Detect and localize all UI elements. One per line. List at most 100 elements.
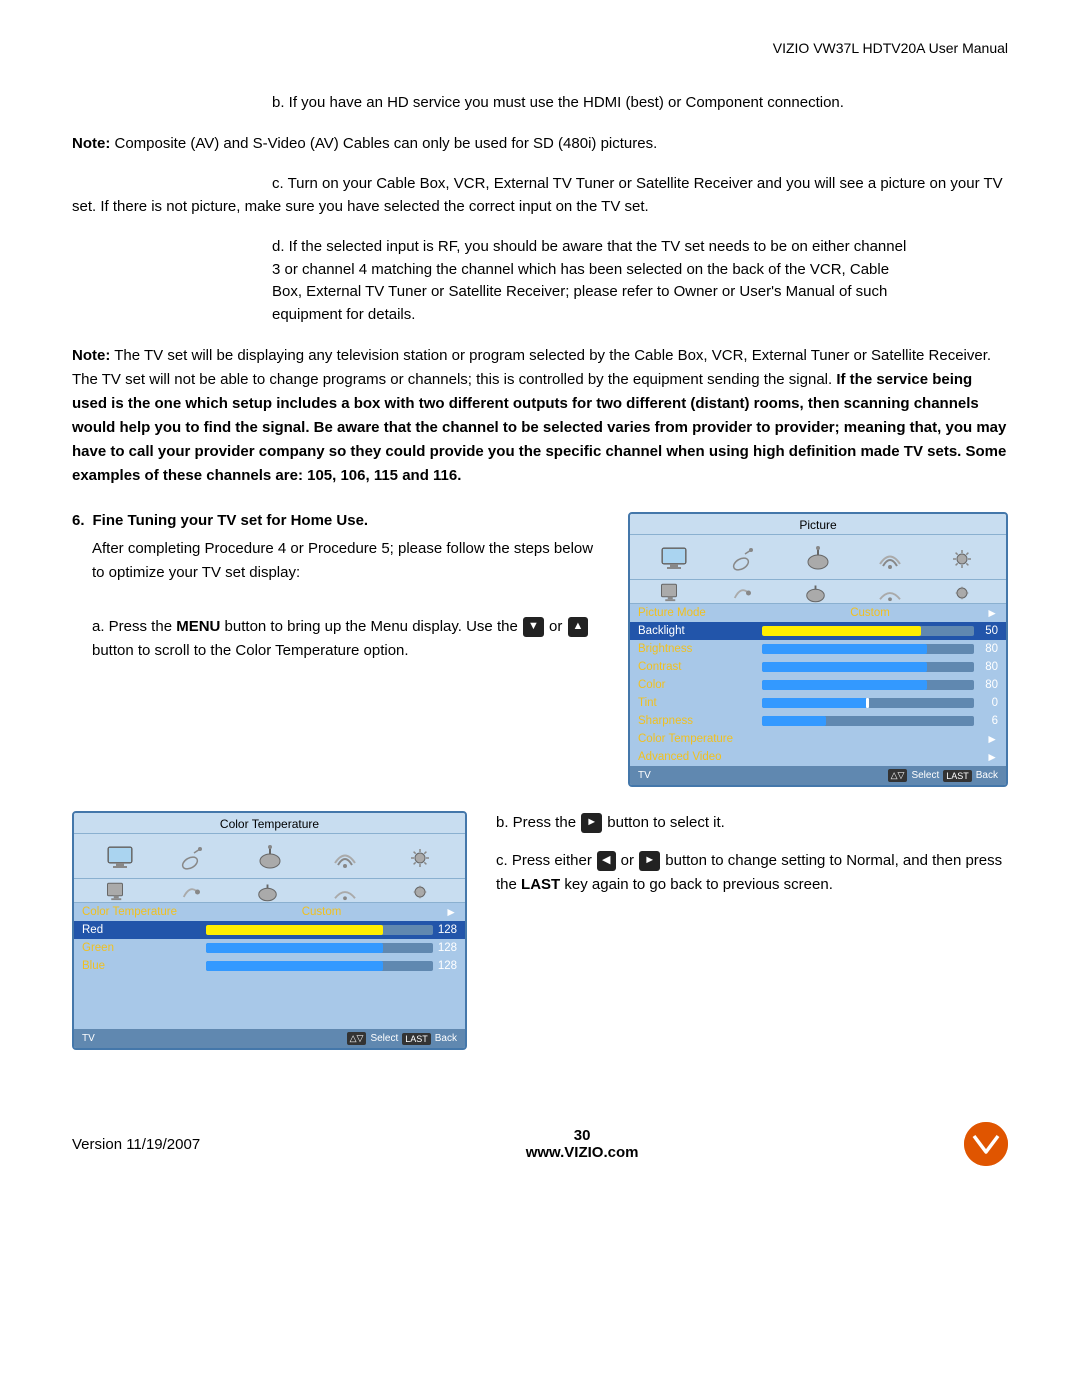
bar-fill-contrast [762, 662, 927, 672]
label-color-temp: Color Temperature [638, 733, 758, 745]
bar-contrast [762, 662, 974, 672]
note-2: Note: The TV set will be displaying any … [72, 344, 1008, 488]
color-temp-menu-container: Color Temperature [72, 811, 472, 1050]
right-btn-c2: ► [639, 851, 660, 871]
value-backlight: 50 [978, 625, 998, 637]
value-sharpness: 6 [978, 715, 998, 727]
menu-icon2-1 [659, 583, 689, 603]
bar-tint [762, 698, 974, 708]
page-header: VIZIO VW37L HDTV20A User Manual [72, 40, 1008, 56]
row-contrast: Contrast 80 [630, 658, 1006, 676]
footer-ct-back-label: Back [435, 1033, 457, 1044]
bar-fill-ct-red [206, 925, 383, 935]
down-btn: ▼ [523, 617, 544, 637]
section6-intro-text: After completing Procedure 4 or Procedur… [92, 537, 608, 585]
row-advanced-video: Advanced Video ► [630, 748, 1006, 766]
row-brightness: Brightness 80 [630, 640, 1006, 658]
bar-sharpness [762, 716, 974, 726]
bar-fill-ct-blue [206, 961, 383, 971]
row-color-temp: Color Temperature ► [630, 730, 1006, 748]
label-color: Color [638, 679, 758, 691]
footer-ct-select-label: Select [370, 1033, 398, 1044]
footer-dpad-icon: △▽ [888, 769, 908, 782]
footer-page-num: 30 [526, 1127, 639, 1144]
label-tint: Tint [638, 697, 758, 709]
note1-text: Composite (AV) and S-Video (AV) Cables c… [115, 135, 658, 152]
bar-backlight [762, 626, 974, 636]
ct-icon2-1 [105, 882, 135, 902]
color-temp-rows: Color Temperature Custom ► Red 128 Green [74, 903, 465, 1029]
picture-menu-icons-row2 [630, 580, 1006, 604]
value-ct-red: 128 [437, 924, 457, 936]
arrow-ct-color-temp: ► [445, 905, 457, 919]
left-btn-c2: ◀ [597, 851, 615, 871]
section6-left: 6. Fine Tuning your TV set for Home Use.… [72, 512, 628, 663]
bar-fill-sharpness [762, 716, 826, 726]
ct-icon2-5 [405, 882, 435, 902]
ct-icon-2 [177, 840, 213, 876]
section6-para-a: a. Press the MENU button to bring up the… [92, 615, 608, 663]
bar-color [762, 680, 974, 690]
row-ct-red: Red 128 [74, 921, 465, 939]
manual-title: VIZIO VW37L HDTV20A User Manual [773, 40, 1008, 56]
picture-menu-icons-row1 [630, 535, 1006, 580]
bar-fill-ct-green [206, 943, 383, 953]
label-advanced-video: Advanced Video [638, 751, 758, 763]
label-ct-green: Green [82, 942, 202, 954]
color-temp-menu-title: Color Temperature [74, 813, 465, 834]
ct-icon-3 [252, 840, 288, 876]
row-tint: Tint 0 [630, 694, 1006, 712]
menu-icon-picture [656, 541, 692, 577]
row-sharpness: Sharpness 6 [630, 712, 1006, 730]
bar-fill-color [762, 680, 927, 690]
label-picture-mode: Picture Mode [638, 607, 758, 619]
row-ct-empty1 [74, 975, 465, 993]
menu-icon-settings [944, 541, 980, 577]
paragraph-c: c. Turn on your Cable Box, VCR, External… [72, 173, 1008, 218]
footer-back-label: Back [976, 770, 998, 781]
value-contrast: 80 [978, 661, 998, 673]
vizio-logo [964, 1122, 1008, 1166]
bar-fill-backlight [762, 626, 921, 636]
picture-menu-container: Picture [628, 512, 1008, 787]
footer-tv-label: TV [638, 770, 651, 781]
page-footer: Version 11/19/2007 30 www.VIZIO.com [72, 1110, 1008, 1166]
label-ct-color-temp: Color Temperature [82, 906, 202, 918]
bar-brightness [762, 644, 974, 654]
paragraph-b: b. If you have an HD service you must us… [72, 92, 1008, 115]
value-picture-mode: Custom [850, 607, 890, 619]
footer-select-label: Select [911, 770, 939, 781]
value-tint: 0 [978, 697, 998, 709]
arrow-advanced-video: ► [986, 750, 998, 764]
section6-title: Fine Tuning your TV set for Home Use. [93, 512, 369, 529]
section6-title-row: 6. Fine Tuning your TV set for Home Use. [72, 512, 608, 529]
ct-icons-row2 [74, 879, 465, 903]
arrow-color-temp: ► [986, 732, 998, 746]
color-temp-icons-row1 [74, 834, 465, 879]
row-ct-empty2 [74, 993, 465, 1011]
label-contrast: Contrast [638, 661, 758, 673]
menu-icon-signal [872, 541, 908, 577]
note1-bold: Note: [72, 135, 110, 152]
label-ct-blue: Blue [82, 960, 202, 972]
label-brightness: Brightness [638, 643, 758, 655]
picture-menu-title: Picture [630, 514, 1006, 535]
value-brightness: 80 [978, 643, 998, 655]
bar-fill-tint [762, 698, 868, 708]
tint-marker [866, 698, 869, 708]
bottom-section: Color Temperature [72, 811, 1008, 1050]
picture-menu-footer: TV △▽ Select LAST Back [630, 766, 1006, 785]
row-picture-mode: Picture Mode Custom ► [630, 604, 1006, 622]
bar-ct-red [206, 925, 433, 935]
ct-icon-5 [402, 840, 438, 876]
row-backlight: Backlight 50 [630, 622, 1006, 640]
bottom-right-text: b. Press the ► button to select it. c. P… [472, 811, 1008, 897]
ct-icon2-2 [180, 882, 210, 902]
value-ct-green: 128 [437, 942, 457, 954]
label-backlight: Backlight [638, 625, 758, 637]
footer-ct-dpad-icon: △▽ [347, 1032, 367, 1045]
para-c2: c. Press either ◀ or ► button to change … [496, 849, 1008, 897]
footer-url: www.VIZIO.com [526, 1144, 639, 1161]
ct-icon-4 [327, 840, 363, 876]
value-ct-color-temp: Custom [302, 906, 342, 918]
